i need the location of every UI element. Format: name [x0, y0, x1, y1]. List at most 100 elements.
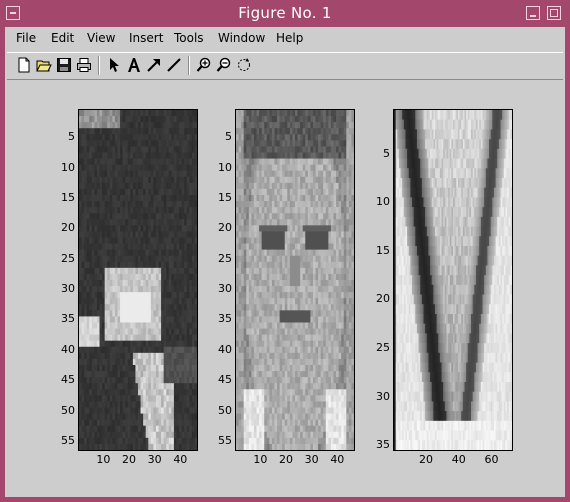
image-pixel — [194, 146, 197, 154]
image-pixel — [194, 158, 197, 166]
menu-insert[interactable]: Insert — [129, 31, 163, 45]
menu-bar: File Edit View Insert Tools Window Help — [5, 27, 565, 51]
image-pixel — [351, 146, 354, 154]
menu-window[interactable]: Window — [218, 31, 265, 45]
print-icon[interactable] — [76, 57, 92, 73]
y-tick-label: 30 — [61, 282, 75, 296]
y-tick-label: 20 — [61, 221, 75, 235]
menu-file[interactable]: File — [16, 31, 36, 45]
image-pixel — [351, 164, 354, 172]
y-tick-label: 15 — [61, 191, 75, 205]
image-pixel — [194, 188, 197, 196]
image-pixel — [194, 328, 197, 336]
image-pixel — [194, 249, 197, 257]
image-pixel — [194, 383, 197, 390]
image-pixel — [194, 395, 197, 403]
image-pixel — [194, 425, 197, 433]
y-tick-label: 35 — [61, 312, 75, 326]
y-tick-label: 40 — [61, 342, 75, 356]
minimize-icon[interactable] — [526, 6, 540, 20]
image-pixel — [351, 176, 354, 184]
menu-tools[interactable]: Tools — [174, 31, 204, 45]
image-pixel — [194, 128, 197, 135]
text-insert-icon[interactable] — [126, 57, 142, 73]
open-folder-icon[interactable] — [36, 57, 52, 73]
image-pixel — [351, 346, 354, 354]
image-pixel — [194, 298, 197, 305]
image-pixel — [351, 152, 354, 160]
x-tick-label: 20 — [122, 453, 137, 466]
image-pixel — [194, 407, 197, 415]
image-pixel — [351, 334, 354, 342]
select-arrow-icon[interactable] — [106, 57, 122, 73]
menu-help[interactable]: Help — [276, 31, 303, 45]
image-pixel — [194, 352, 197, 360]
image-pixel — [351, 407, 354, 415]
image-pixel — [351, 213, 354, 220]
image-pixel — [351, 389, 354, 396]
image-pixel — [194, 443, 197, 450]
zoom-in-icon[interactable] — [196, 57, 212, 73]
image-pixel — [194, 292, 197, 299]
image-pixel — [351, 377, 354, 384]
image-axes-1[interactable] — [78, 109, 198, 451]
title-bar[interactable]: Figure No. 1 — [0, 0, 570, 27]
image-pixel — [194, 201, 197, 208]
image-pixel — [351, 237, 354, 245]
image-pixel — [194, 182, 197, 190]
image-pixel — [351, 395, 354, 403]
menu-edit[interactable]: Edit — [51, 31, 74, 45]
image-pixel — [351, 110, 354, 117]
image-pixel — [194, 377, 197, 384]
maximize-icon[interactable] — [547, 6, 561, 20]
image-pixel — [351, 401, 354, 409]
image-pixel — [194, 243, 197, 251]
image-pixel — [351, 371, 354, 378]
line-insert-icon[interactable] — [166, 57, 182, 73]
image-pixel — [351, 280, 354, 287]
image-pixel — [351, 188, 354, 196]
menu-view[interactable]: View — [87, 31, 115, 45]
image-pixel — [194, 401, 197, 409]
image-pixel — [351, 352, 354, 360]
image-pixel — [194, 176, 197, 184]
image-pixel — [351, 207, 354, 214]
image-pixel — [194, 170, 197, 178]
image-pixel — [194, 219, 197, 226]
zoom-out-icon[interactable] — [216, 57, 232, 73]
image-pixel — [194, 365, 197, 372]
image-pixel — [351, 182, 354, 190]
image-pixel — [194, 164, 197, 172]
image-pixel — [194, 261, 197, 269]
image-pixel — [194, 122, 197, 129]
image-pixel — [194, 310, 197, 318]
image-pixel — [194, 225, 197, 233]
image-pixel — [194, 280, 197, 287]
new-file-icon[interactable] — [16, 57, 32, 73]
image-pixel — [194, 237, 197, 245]
image-pixel — [351, 316, 354, 324]
image-pixel — [194, 267, 197, 275]
image-pixel — [194, 273, 197, 281]
image-pixel — [351, 298, 354, 305]
arrow-insert-icon[interactable] — [146, 57, 162, 73]
image-pixel — [351, 158, 354, 166]
image-pixel — [351, 128, 354, 135]
image-pixel — [194, 413, 197, 421]
y-tick-label: 45 — [61, 373, 75, 387]
x-tick-label: 30 — [147, 453, 162, 466]
image-pixel — [351, 383, 354, 390]
image-pixel — [351, 231, 354, 239]
image-pixel — [351, 225, 354, 233]
image-pixel — [351, 170, 354, 178]
image-pixel — [351, 134, 354, 141]
image-pixel — [351, 201, 354, 208]
y-tick-label: 25 — [61, 251, 75, 265]
image-pixel — [194, 255, 197, 263]
save-icon[interactable] — [56, 57, 72, 73]
image-pixel — [194, 110, 197, 117]
image-axes-2[interactable] — [235, 109, 355, 451]
image-pixel — [194, 346, 197, 354]
rotate-icon[interactable] — [236, 57, 252, 73]
image-pixel — [351, 310, 354, 318]
